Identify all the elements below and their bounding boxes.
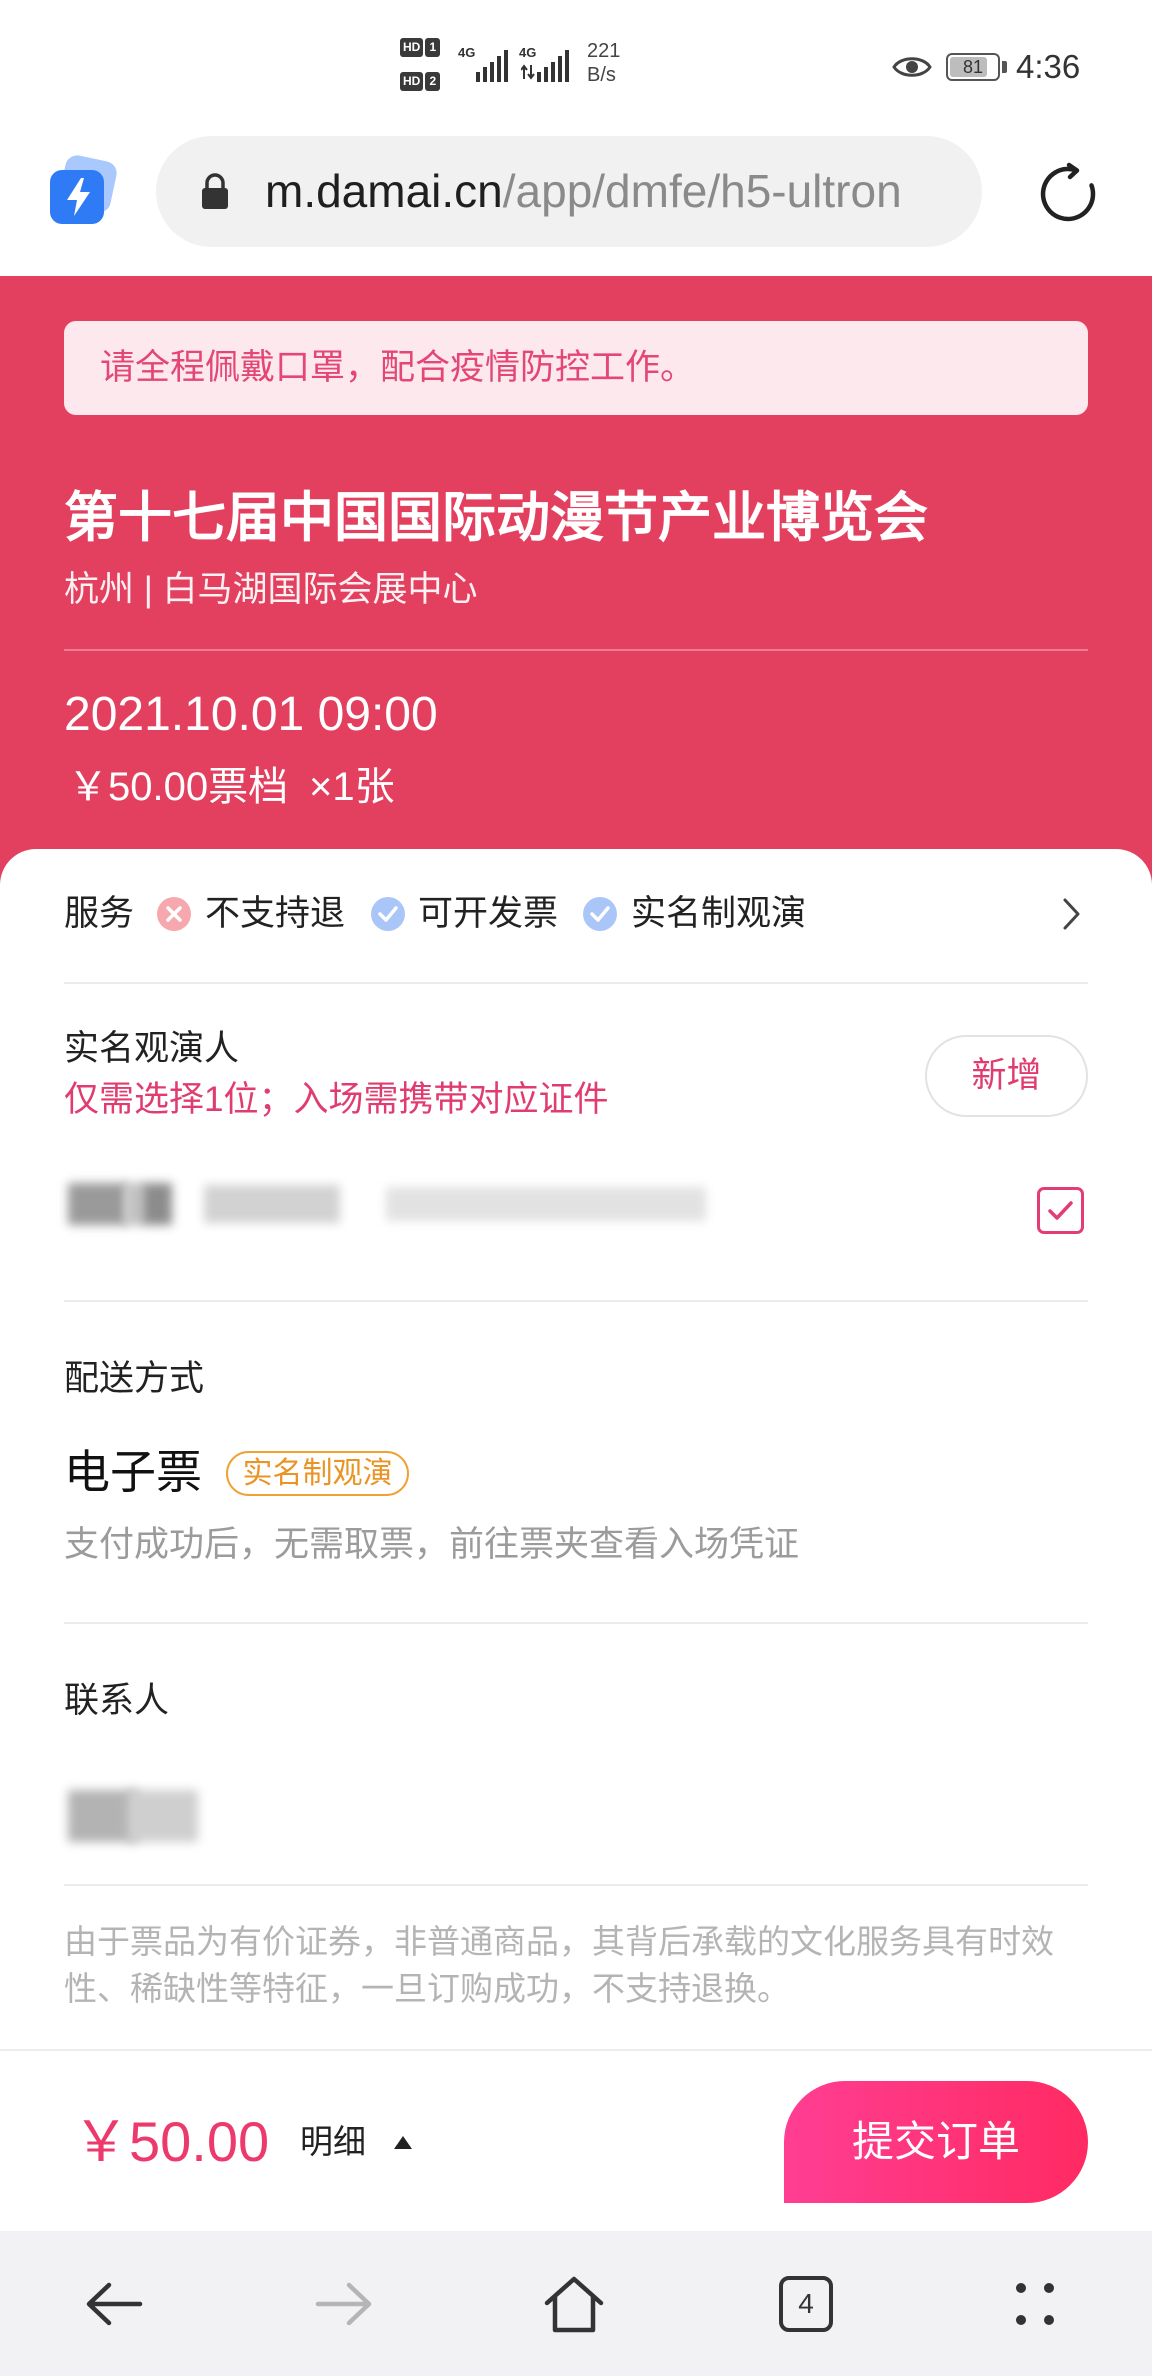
back-arrow-icon[interactable] bbox=[82, 2272, 146, 2336]
price-detail-toggle[interactable]: 明细 bbox=[300, 2118, 366, 2166]
blurred-attendee-name bbox=[142, 1183, 172, 1225]
check-circle-icon bbox=[371, 897, 405, 931]
lock-icon bbox=[202, 173, 228, 209]
contact-info[interactable] bbox=[68, 1784, 205, 1849]
divider bbox=[64, 1884, 1088, 1886]
contact-title: 联系人 bbox=[64, 1681, 170, 1720]
blurred-attendee-name bbox=[68, 1183, 128, 1225]
sim-slot-index: 2 bbox=[425, 72, 441, 91]
total-price: ￥50.00 bbox=[73, 2110, 270, 2173]
clock-time: 4:36 bbox=[1016, 48, 1081, 85]
url-host: m.damai.cn bbox=[265, 165, 503, 217]
delivery-description: 支付成功后，无需取票，前往票夹查看入场凭证 bbox=[64, 1525, 800, 1564]
hd-badge: HD bbox=[400, 72, 424, 91]
notice-text: 请全程佩戴口罩，配合疫情防控工作。 bbox=[100, 348, 696, 387]
url-text[interactable]: m.damai.cn/app/dmfe/h5-ultron bbox=[265, 136, 960, 247]
blurred-attendee-id bbox=[204, 1185, 340, 1223]
net-speed-unit: B/s bbox=[587, 64, 616, 86]
battery-nub bbox=[1002, 61, 1007, 73]
service-item-invoice: 可开发票 bbox=[418, 894, 559, 933]
url-path: /app/dmfe/h5-ultron bbox=[502, 165, 902, 217]
cross-circle-icon bbox=[157, 897, 191, 931]
battery-level: 81 bbox=[962, 57, 984, 77]
signal-indicator-1: 4G bbox=[458, 46, 512, 86]
signal-bars-icon bbox=[476, 50, 508, 82]
attendee-title: 实名观演人 bbox=[64, 1029, 240, 1068]
divider bbox=[64, 1300, 1088, 1302]
blurred-contact-name bbox=[128, 1790, 198, 1842]
delivery-title: 配送方式 bbox=[64, 1359, 205, 1398]
divider bbox=[64, 982, 1088, 984]
order-confirm-page: HD 1 HD 2 4G 4G 221 B/s 81 4:36 m.damai.… bbox=[0, 0, 1152, 2376]
home-icon[interactable] bbox=[542, 2272, 606, 2336]
add-attendee-button[interactable]: 新增 bbox=[925, 1035, 1088, 1117]
caret-up-icon[interactable] bbox=[394, 2135, 412, 2149]
submit-order-button[interactable]: 提交订单 bbox=[784, 2081, 1088, 2203]
battery-icon: 81 bbox=[946, 53, 1000, 81]
blurred-attendee-name bbox=[124, 1183, 144, 1225]
network-type: 4G bbox=[519, 45, 537, 60]
real-name-badge: 实名制观演 bbox=[226, 1451, 409, 1496]
checkmark-icon bbox=[1048, 1201, 1073, 1220]
divider bbox=[64, 1622, 1088, 1624]
network-type: 4G bbox=[458, 45, 476, 60]
services-label: 服务 bbox=[64, 894, 135, 933]
signal-bars-icon bbox=[537, 50, 569, 82]
lightning-app-icon[interactable] bbox=[46, 154, 122, 230]
attendee-hint: 仅需选择1位；入场需携带对应证件 bbox=[64, 1080, 609, 1119]
reload-icon[interactable] bbox=[1035, 161, 1101, 227]
blurred-attendee-id bbox=[386, 1187, 706, 1221]
tab-count: 4 bbox=[779, 2276, 833, 2332]
sim2-indicator: HD 2 bbox=[400, 72, 441, 91]
forward-arrow-icon[interactable] bbox=[312, 2272, 376, 2336]
net-speed-value: 221 bbox=[587, 40, 621, 62]
attendee-checkbox[interactable] bbox=[1037, 1187, 1084, 1234]
event-datetime: 2021.10.01 09:00 bbox=[64, 688, 438, 741]
hd-badge: HD bbox=[400, 38, 424, 57]
data-activity-icon bbox=[521, 64, 535, 80]
check-circle-icon bbox=[583, 897, 617, 931]
delivery-method: 电子票 bbox=[64, 1446, 202, 1498]
event-venue: 杭州 | 白马湖国际会展中心 bbox=[64, 570, 478, 609]
notice-banner: 请全程佩戴口罩，配合疫情防控工作。 bbox=[64, 321, 1088, 415]
sim-slot-index: 1 bbox=[425, 38, 441, 57]
signal-indicator-2: 4G bbox=[519, 46, 573, 86]
more-dots-icon[interactable] bbox=[1003, 2272, 1067, 2336]
event-title: 第十七届中国国际动漫节产业博览会 bbox=[64, 488, 928, 548]
service-item-real-name: 实名制观演 bbox=[631, 894, 807, 933]
eye-icon bbox=[892, 57, 932, 77]
address-bar[interactable]: m.damai.cn/app/dmfe/h5-ultron bbox=[156, 136, 982, 247]
refund-disclaimer: 由于票品为有价证券，非普通商品，其背后承载的文化服务具有时效性、稀缺性等特征，一… bbox=[64, 1923, 1054, 2007]
attendee-option-row[interactable] bbox=[64, 1165, 1088, 1255]
service-item-no-refund: 不支持退 bbox=[205, 894, 346, 933]
divider bbox=[64, 649, 1088, 651]
chevron-right-icon[interactable] bbox=[1062, 897, 1082, 931]
sim1-indicator: HD 1 bbox=[400, 38, 441, 57]
ticket-tier: ￥50.00票档 bbox=[68, 765, 289, 809]
tabs-icon[interactable]: 4 bbox=[773, 2272, 837, 2336]
ticket-quantity: ×1张 bbox=[309, 765, 395, 809]
